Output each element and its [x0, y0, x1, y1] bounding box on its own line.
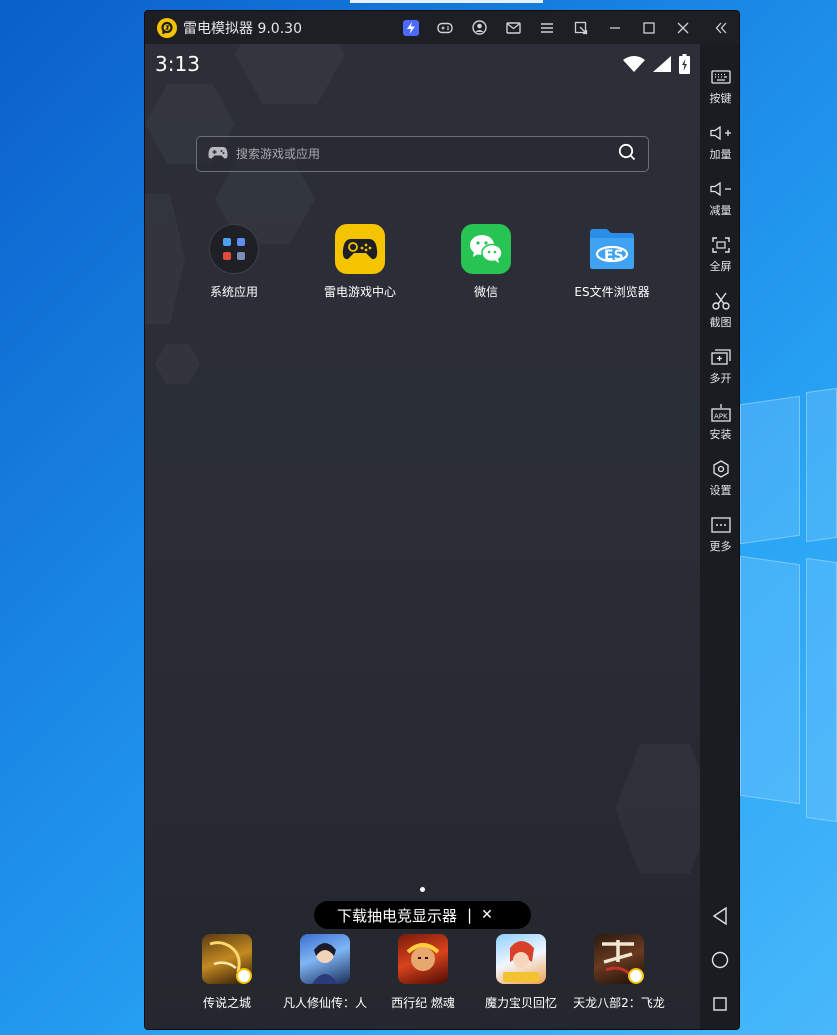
game-thumbnail-icon: [300, 934, 350, 984]
status-bar: 3:13: [145, 44, 700, 84]
sidebar-more-button[interactable]: 更多: [700, 508, 739, 560]
app-label: 雷电游戏中心: [323, 285, 396, 299]
sidebar-item-label: 全屏: [709, 260, 732, 273]
app-system-apps[interactable]: 系统应用: [179, 224, 289, 300]
game-thumbnail-icon: [202, 934, 252, 984]
gamepad-icon[interactable]: [428, 11, 462, 44]
fullscreen-icon: [711, 234, 730, 256]
dock-app-4[interactable]: 魔力宝贝回忆: [471, 934, 571, 1011]
leidian-badge-icon: [628, 968, 644, 984]
sidebar-item-label: 多开: [709, 372, 732, 385]
dock-label: 魔力宝贝回忆: [484, 996, 557, 1010]
sidebar-item-label: 加量: [709, 148, 732, 161]
sidebar-item-label: 安装: [709, 428, 732, 441]
sidebar-item-label: 更多: [709, 540, 732, 553]
restore-small-icon[interactable]: [564, 11, 598, 44]
game-thumbnail-icon: [398, 934, 448, 984]
sidebar-install-apk-button[interactable]: APK 安装: [700, 396, 739, 448]
windows-logo-decoration: [740, 387, 837, 823]
game-center-icon: [335, 224, 385, 274]
sidebar-settings-button[interactable]: 设置: [700, 452, 739, 504]
android-screen[interactable]: 3:13 搜索游戏或应用 系统应用 雷电游戏中心 微信 ES ES文件浏览器 下…: [145, 44, 700, 1029]
leidian-badge-icon: [236, 968, 252, 984]
app-label: 系统应用: [209, 285, 258, 299]
promo-separator: |: [467, 906, 473, 924]
search-input[interactable]: [236, 139, 618, 169]
svg-text:ES: ES: [604, 248, 624, 264]
emulator-window: 雷电模拟器 9.0.30 3:13 搜索游戏或应用 系统应用 雷电游戏中心 微信…: [144, 10, 740, 1030]
game-thumbnail-icon: [496, 934, 546, 984]
boost-icon[interactable]: [394, 11, 428, 44]
home-icon[interactable]: [708, 948, 732, 972]
sidebar-screenshot-button[interactable]: 截图: [700, 284, 739, 336]
battery-icon: [679, 54, 690, 78]
gamepad-search-icon: [208, 145, 228, 164]
app-es-file-explorer[interactable]: ES ES文件浏览器: [557, 224, 667, 300]
keyboard-icon: [710, 66, 731, 88]
search-bar[interactable]: [196, 136, 649, 172]
dock-app-5[interactable]: 天龙八部2：飞龙: [569, 934, 669, 1011]
dock-label: 凡人修仙传：人: [282, 996, 367, 1010]
multi-instance-icon: [710, 346, 731, 368]
game-dock: 传说之城 凡人修仙传：人 西行纪 燃魂 魔力宝贝回忆 天龙八部2：飞龙: [145, 934, 700, 1014]
app-label: ES文件浏览器: [574, 285, 650, 299]
sidebar-keymap-button[interactable]: 按键: [700, 60, 739, 112]
sidebar-multi-instance-button[interactable]: 多开: [700, 340, 739, 392]
sidebar-item-label: 截图: [709, 316, 732, 329]
recents-icon[interactable]: [708, 992, 732, 1016]
close-icon[interactable]: [666, 11, 700, 44]
menu-icon[interactable]: [530, 11, 564, 44]
es-file-explorer-icon: ES: [587, 224, 637, 274]
status-time: 3:13: [155, 52, 200, 76]
sidebar-volume-up-button[interactable]: 加量: [700, 116, 739, 168]
emulator-sidebar: 按键 加量 减量 全屏 截图 多开 APK 安装 设置 更多: [700, 44, 739, 1029]
wechat-icon: [461, 224, 511, 274]
dock-label: 天龙八部2：飞龙: [573, 996, 665, 1010]
minimize-icon[interactable]: [598, 11, 632, 44]
dock-app-2[interactable]: 凡人修仙传：人: [275, 934, 375, 1011]
collapse-sidebar-icon[interactable]: [700, 11, 739, 44]
promo-close-button[interactable]: ✕: [481, 907, 493, 923]
settings-icon: [712, 458, 730, 480]
app-game-center[interactable]: 雷电游戏中心: [305, 224, 415, 300]
sidebar-fullscreen-button[interactable]: 全屏: [700, 228, 739, 280]
dock-app-3[interactable]: 西行纪 燃魂: [373, 934, 473, 1011]
volume-down-icon: [709, 178, 732, 200]
user-icon[interactable]: [462, 11, 496, 44]
scissors-icon: [711, 290, 730, 312]
dock-label: 传说之城: [202, 996, 251, 1010]
sidebar-item-label: 减量: [709, 204, 732, 217]
desktop-top-highlight: [350, 0, 543, 3]
back-icon[interactable]: [708, 904, 732, 928]
title-bar[interactable]: 雷电模拟器 9.0.30: [145, 11, 739, 44]
svg-text:APK: APK: [714, 413, 728, 421]
more-icon: [710, 514, 731, 536]
game-thumbnail-icon: [594, 934, 644, 984]
dock-label: 西行纪 燃魂: [391, 996, 455, 1010]
signal-icon: [653, 56, 671, 76]
promo-banner[interactable]: 下载抽电竞显示器 | ✕: [314, 901, 531, 929]
maximize-icon[interactable]: [632, 11, 666, 44]
volume-up-icon: [709, 122, 732, 144]
window-title: 雷电模拟器 9.0.30: [183, 20, 302, 37]
wifi-icon: [623, 56, 645, 76]
sidebar-item-label: 按键: [709, 92, 732, 105]
leidian-logo-icon: [157, 17, 177, 38]
mail-icon[interactable]: [496, 11, 530, 44]
system-apps-folder-icon: [209, 224, 259, 274]
app-label: 微信: [473, 285, 498, 299]
search-icon[interactable]: [618, 143, 636, 165]
page-indicator: [420, 887, 425, 892]
sidebar-volume-down-button[interactable]: 减量: [700, 172, 739, 224]
apk-install-icon: APK: [710, 402, 731, 424]
promo-text: 下载抽电竞显示器: [337, 906, 458, 925]
dock-app-1[interactable]: 传说之城: [177, 934, 277, 1011]
sidebar-item-label: 设置: [709, 484, 732, 497]
app-grid: 系统应用 雷电游戏中心 微信 ES ES文件浏览器: [145, 224, 700, 314]
app-wechat[interactable]: 微信: [431, 224, 541, 300]
